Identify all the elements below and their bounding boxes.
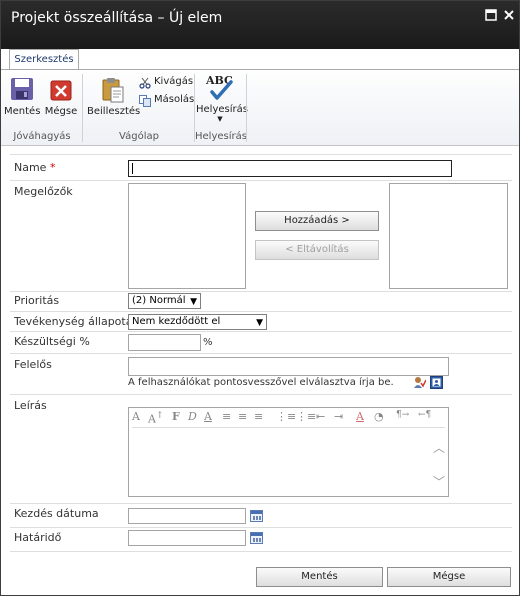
percent-unit: % xyxy=(203,337,213,348)
row-divider xyxy=(10,291,512,292)
priority-value: (2) Normál xyxy=(132,295,186,306)
cut-label: Kivágás xyxy=(154,76,194,87)
required-mark: * xyxy=(49,161,56,174)
numbered-list-icon[interactable]: ⋮≡ xyxy=(276,410,296,423)
percent-label: Készültségi % xyxy=(14,335,90,348)
check-names-icon[interactable] xyxy=(413,376,427,389)
row-divider xyxy=(10,331,512,332)
priority-select[interactable]: (2) Normál ▼ xyxy=(128,293,201,309)
tab-edit[interactable]: Szerkesztés xyxy=(9,49,79,70)
name-label: Name * xyxy=(14,161,55,174)
background-color-icon[interactable]: ◔ xyxy=(374,410,384,423)
rtl-icon[interactable]: ←¶ xyxy=(418,410,431,420)
paste-button[interactable]: Beillesztés xyxy=(87,76,141,117)
due-date-label: Határidő xyxy=(14,531,62,544)
italic-icon[interactable]: D xyxy=(188,410,197,423)
remove-predecessor-button[interactable]: < Eltávolítás xyxy=(255,240,379,260)
priority-label: Prioritás xyxy=(14,294,60,307)
group-separator xyxy=(246,74,247,142)
tab-edit-label: Szerkesztés xyxy=(14,54,74,65)
align-center-icon[interactable]: ≡ xyxy=(238,410,247,423)
group-label-commit: Jóváhagyás xyxy=(13,131,71,142)
ltr-icon[interactable]: ¶→ xyxy=(396,410,409,420)
description-label: Leírás xyxy=(14,399,47,412)
status-select[interactable]: Nem kezdődött el ▼ xyxy=(128,314,267,330)
cut-button[interactable]: Kivágás xyxy=(139,76,195,90)
address-book-icon[interactable] xyxy=(430,376,443,389)
new-item-dialog: Projekt összeállítása – Új elem Szerkesz… xyxy=(0,0,520,596)
add-predecessor-button[interactable]: Hozzáadás > xyxy=(255,211,379,231)
save-button[interactable]: Mentés xyxy=(4,76,40,117)
editor-toolbar-divider xyxy=(132,427,445,428)
paste-icon xyxy=(102,78,124,103)
copy-icon xyxy=(139,95,151,107)
copy-button[interactable]: Másolás xyxy=(139,94,197,108)
title-bar: Projekt összeállítása – Új elem xyxy=(1,1,519,49)
scroll-up-icon[interactable]: ︿ xyxy=(433,439,445,456)
row-divider xyxy=(10,311,512,312)
increase-indent-icon[interactable]: ⇥ xyxy=(334,410,343,423)
assigned-hint: A felhasználókat pontosvesszővel elválas… xyxy=(128,377,394,388)
decrease-indent-icon[interactable]: ⇤ xyxy=(316,410,325,423)
predecessors-selected-list[interactable] xyxy=(389,183,508,289)
row-divider xyxy=(10,353,512,354)
align-left-icon[interactable]: ≡ xyxy=(222,410,231,423)
chevron-down-icon: ▼ xyxy=(190,297,197,307)
cancel-button[interactable]: Mégse xyxy=(43,76,79,117)
row-divider xyxy=(10,503,512,504)
row-divider xyxy=(10,527,512,528)
name-label-text: Name xyxy=(14,161,47,174)
due-date-input[interactable] xyxy=(128,530,246,546)
predecessors-available-list[interactable] xyxy=(128,183,246,289)
save-label: Mentés xyxy=(4,106,41,117)
close-icon[interactable] xyxy=(503,9,515,21)
row-divider xyxy=(10,154,512,155)
start-date-label: Kezdés dátuma xyxy=(14,507,99,520)
group-separator xyxy=(82,74,83,142)
calendar-icon[interactable] xyxy=(250,510,263,522)
ribbon: Mentés Mégse Jóváhagyás Beillesztés Kivá… xyxy=(1,69,519,146)
percent-input[interactable] xyxy=(128,334,201,351)
assigned-input[interactable] xyxy=(128,357,449,376)
cancel-label: Mégse xyxy=(44,106,78,117)
spelling-button[interactable]: ABC Helyesírás ▼ xyxy=(196,74,248,123)
assigned-label: Felelős xyxy=(14,358,52,371)
align-right-icon[interactable]: ≡ xyxy=(254,410,263,423)
chevron-down-icon: ▼ xyxy=(256,318,263,328)
maximize-icon[interactable] xyxy=(485,9,497,21)
font-size-increase-icon[interactable]: A↑ xyxy=(148,410,164,426)
scroll-down-icon[interactable]: ﹀ xyxy=(433,473,445,490)
predecessors-label: Megelőzők xyxy=(14,185,73,198)
cancel-icon xyxy=(50,80,72,101)
row-divider xyxy=(10,394,512,395)
font-size-decrease-icon[interactable]: A xyxy=(132,410,140,423)
save-icon xyxy=(11,78,33,100)
dropdown-arrow-icon: ▼ xyxy=(217,115,223,123)
status-label: Tevékenység állapota xyxy=(14,315,133,328)
dialog-title: Projekt összeállítása – Új elem xyxy=(11,10,223,26)
bold-icon[interactable]: F xyxy=(172,410,180,423)
row-divider xyxy=(10,551,512,552)
spelling-label: Helyesírás xyxy=(196,104,248,115)
cancel-button-footer[interactable]: Mégse xyxy=(387,567,511,587)
paste-label: Beillesztés xyxy=(87,106,141,117)
text-color-icon[interactable]: A xyxy=(356,410,364,423)
calendar-icon[interactable] xyxy=(250,532,263,544)
save-button-footer[interactable]: Mentés xyxy=(256,567,383,587)
text-cursor xyxy=(132,163,133,174)
underline-icon[interactable]: A xyxy=(204,410,212,423)
row-divider xyxy=(10,180,512,181)
copy-label: Másolás xyxy=(154,94,195,105)
rich-text-toolbar: A A↑ F D A ≡ ≡ ≡ ⋮≡ ⋮≡ ⇤ ⇥ A ◔ ¶→ ←¶ xyxy=(128,409,448,427)
group-label-spelling: Helyesírás xyxy=(195,131,247,142)
group-label-clipboard: Vágólap xyxy=(119,131,159,142)
name-input[interactable] xyxy=(128,160,452,177)
scissors-icon xyxy=(139,77,151,89)
status-value: Nem kezdődött el xyxy=(132,316,221,327)
bullet-list-icon[interactable]: ⋮≡ xyxy=(296,410,316,423)
start-date-input[interactable] xyxy=(128,508,246,524)
spelling-icon: ABC xyxy=(205,74,235,102)
